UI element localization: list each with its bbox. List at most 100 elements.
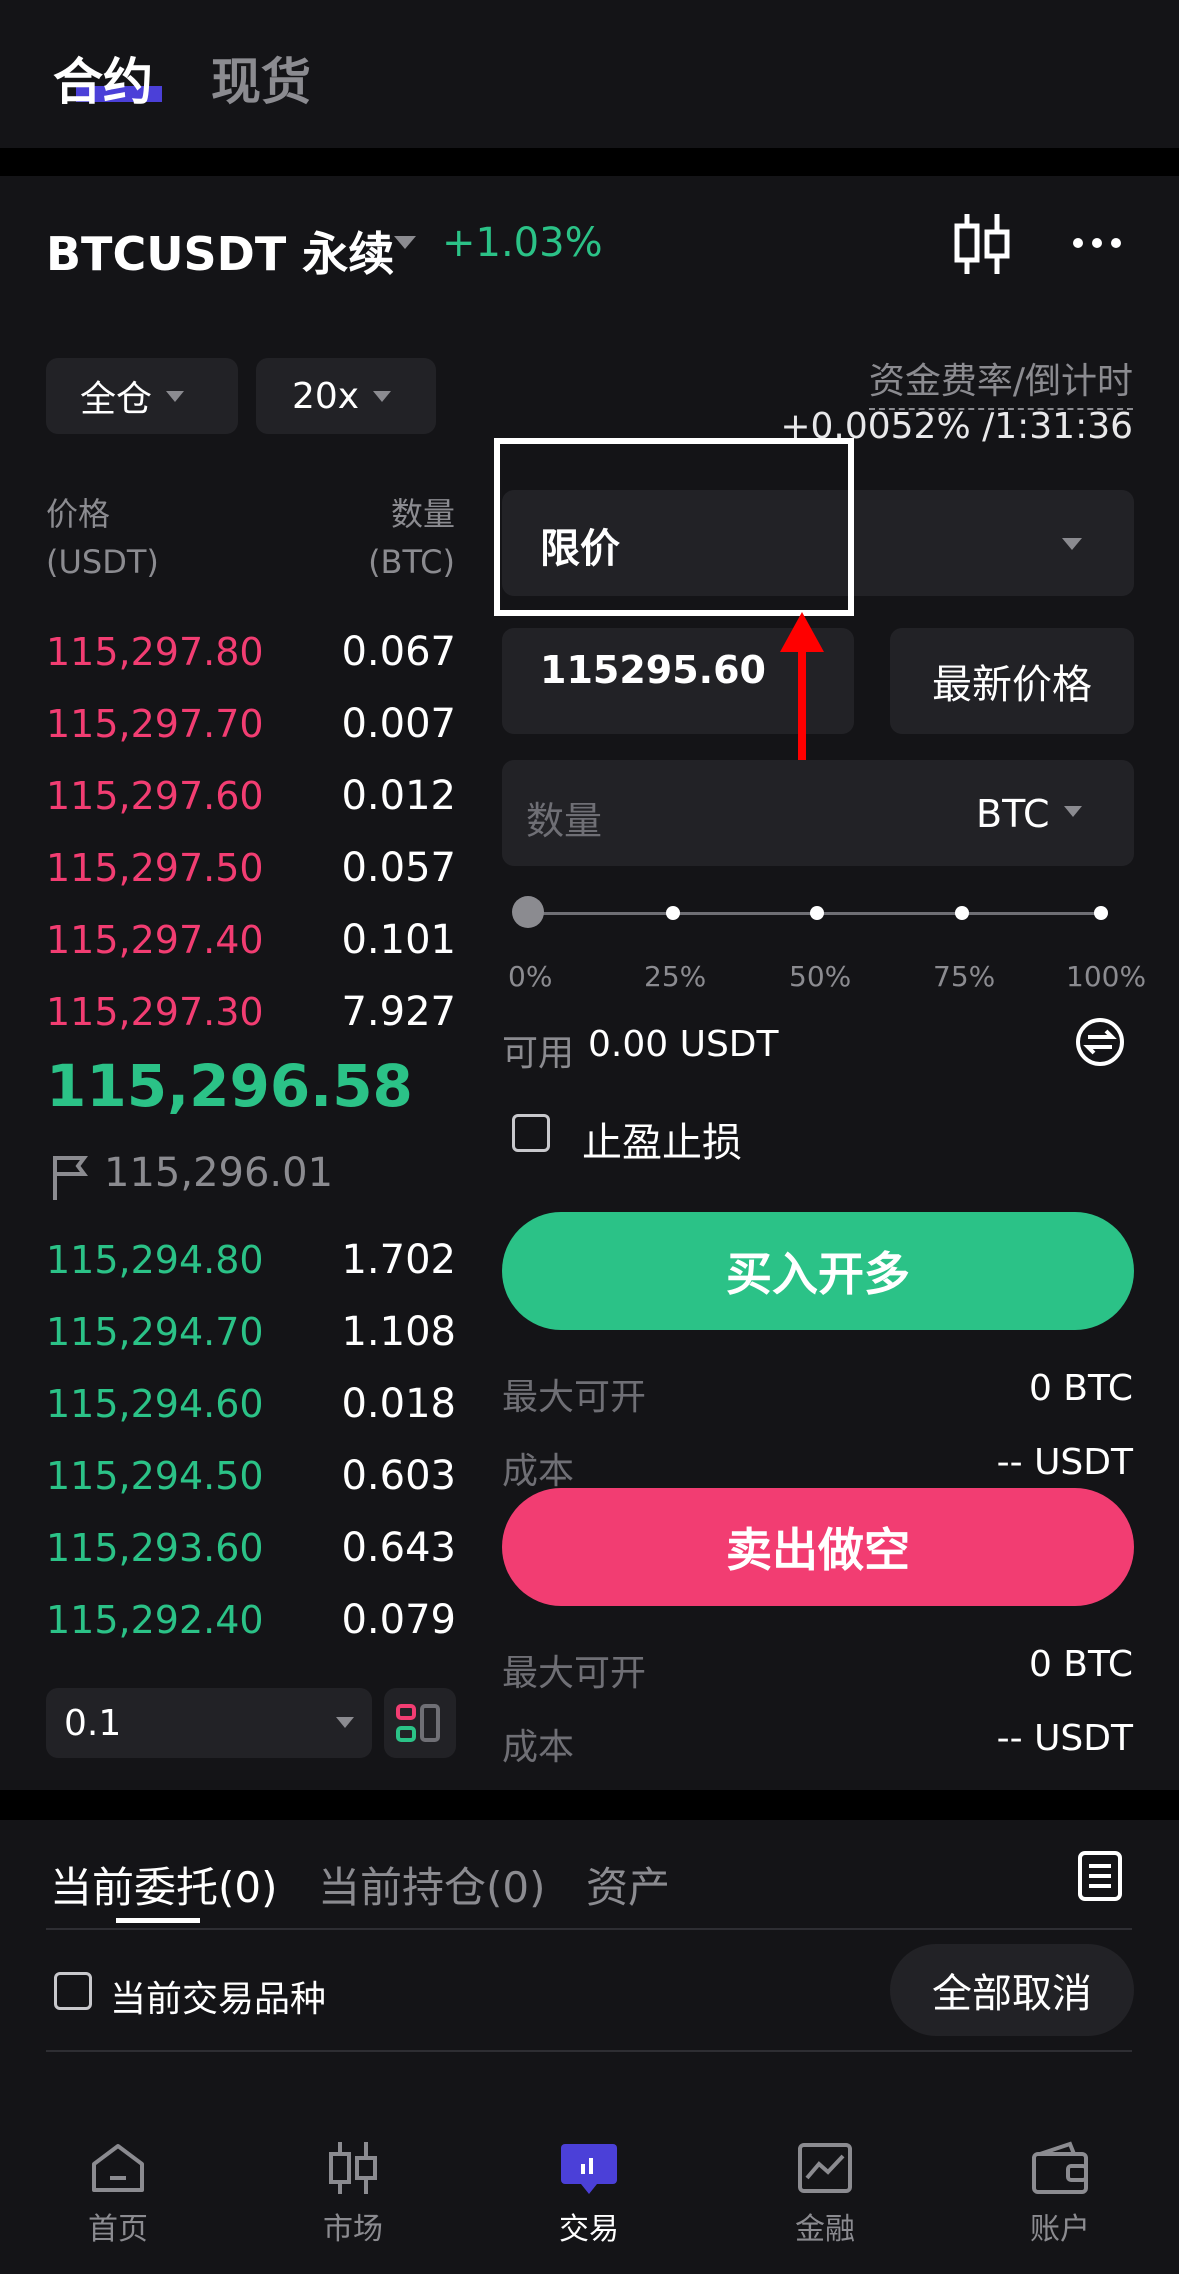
sell-cost-value: -- USDT [996,1718,1133,1759]
ask-price: 115,297.60 [46,774,264,818]
nav-home[interactable]: 首页 [38,2140,198,2248]
tpsl-checkbox[interactable] [512,1114,550,1152]
bid-row[interactable]: 115,294.50 0.603 [46,1440,456,1512]
flag-icon [50,1154,88,1202]
nav-home-label: 首页 [88,2212,148,2247]
orderbook-layout-button[interactable] [384,1688,456,1758]
depth-value: 0.1 [64,1702,122,1744]
bid-price: 115,293.60 [46,1526,264,1570]
cancel-all-button[interactable]: 全部取消 [890,1944,1134,2036]
order-history-icon[interactable] [1076,1850,1124,1902]
current-symbol-checkbox[interactable] [54,1972,92,2010]
order-type-chevron-icon [1062,538,1082,550]
bid-row[interactable]: 115,294.70 1.108 [46,1296,456,1368]
home-icon [92,2144,144,2192]
bid-row[interactable]: 115,294.80 1.702 [46,1224,456,1296]
ask-row[interactable]: 115,297.60 0.012 [46,760,456,832]
sell-short-button[interactable]: 卖出做空 [502,1488,1134,1606]
slider-dot-25[interactable] [666,906,680,920]
ask-qty: 0.101 [341,917,456,963]
ask-row[interactable]: 115,297.50 0.057 [46,832,456,904]
slider-dot-100[interactable] [1094,906,1108,920]
buy-long-button[interactable]: 买入开多 [502,1212,1134,1330]
price-header-unit: (USDT) [46,543,159,581]
chevron-down-icon [1064,806,1082,817]
bid-row[interactable]: 115,294.60 0.018 [46,1368,456,1440]
tpsl-label[interactable]: 止盈止损 [582,1110,742,1168]
slider-mark-25: 25% [644,960,707,993]
slider-mark-100: 100% [1066,960,1147,993]
trade-icon [561,2144,617,2194]
price-input-value: 115295.60 [540,648,766,692]
tab-open-orders[interactable]: 当前委托(0) [50,1854,278,1915]
bid-qty: 1.702 [341,1237,456,1283]
nav-market[interactable]: 市场 [273,2140,433,2248]
buy-cost-value: -- USDT [996,1442,1133,1483]
nav-finance[interactable]: 金融 [745,2140,905,2248]
ask-qty: 0.067 [341,629,456,675]
nav-trade[interactable]: 交易 [509,2140,669,2248]
slider-mark-75: 75% [933,960,996,993]
bid-row[interactable]: 115,292.40 0.079 [46,1584,456,1656]
ask-qty: 0.007 [341,701,456,747]
tab-spot[interactable]: 现货 [211,42,311,114]
current-symbol-label[interactable]: 当前交易品种 [110,1970,326,2022]
qty-header-unit: (BTC) [368,543,455,581]
buy-max-value: 0 BTC [1028,1368,1133,1409]
tab-futures[interactable]: 合约 [53,42,153,114]
bid-price: 115,294.50 [46,1454,264,1498]
bid-row[interactable]: 115,293.60 0.643 [46,1512,456,1584]
price-column-header: 价格 (USDT) [46,490,159,586]
margin-mode-select[interactable]: 全仓 [46,358,238,434]
candlestick-icon[interactable] [952,212,1012,276]
ask-price: 115,297.70 [46,702,264,746]
nav-market-label: 市场 [323,2212,383,2247]
annotation-highlight-box [494,438,854,616]
top-bar [0,0,1179,148]
wallet-icon [1032,2141,1088,2194]
bid-qty: 1.108 [341,1309,456,1355]
latest-price-button[interactable]: 最新价格 [890,628,1134,734]
quantity-slider-knob[interactable] [512,896,544,928]
ask-row[interactable]: 115,297.70 0.007 [46,688,456,760]
tab-divider [46,1928,1132,1930]
available-label: 可用 [502,1033,575,1074]
more-icon[interactable] [1072,236,1122,250]
nav-finance-label: 金融 [795,2212,855,2247]
quantity-unit-select[interactable]: BTC [976,792,1050,836]
last-price[interactable]: 115,296.58 [46,1052,413,1120]
symbol-title[interactable]: BTCUSDT 永续 [46,218,394,284]
tab-assets[interactable]: 资产 [586,1854,670,1915]
ask-qty: 7.927 [341,989,456,1035]
ask-row[interactable]: 115,297.30 7.927 [46,976,456,1048]
symbol-dropdown-icon[interactable] [394,236,416,249]
nav-account[interactable]: 账户 [980,2140,1140,2248]
filter-divider [46,2050,1132,2052]
sell-cost-label: 成本 [502,1727,575,1768]
transfer-icon[interactable] [1076,1018,1124,1066]
ask-price: 115,297.50 [46,846,264,890]
bid-qty: 0.643 [341,1525,456,1571]
ask-row[interactable]: 115,297.40 0.101 [46,904,456,976]
ask-qty: 0.057 [341,845,456,891]
qty-header-label: 数量 [390,495,455,533]
bid-price: 115,292.40 [46,1598,264,1642]
ask-price: 115,297.30 [46,990,264,1034]
candlestick-icon [329,2142,377,2194]
nav-trade-label: 交易 [559,2212,619,2247]
leverage-label: 20x [292,375,360,417]
tab-positions[interactable]: 当前持仓(0) [318,1854,546,1915]
slider-dot-75[interactable] [955,906,969,920]
bid-price: 115,294.80 [46,1238,264,1282]
available-value: 0.00 USDT [588,1024,779,1065]
slider-dot-50[interactable] [810,906,824,920]
ask-row[interactable]: 115,297.80 0.067 [46,616,456,688]
nav-account-label: 账户 [1030,2212,1090,2247]
depth-select[interactable]: 0.1 [46,1688,372,1758]
funding-rate-label[interactable]: 资金费率/倒计时 [868,352,1133,410]
bid-price: 115,294.70 [46,1310,264,1354]
leverage-select[interactable]: 20x [256,358,436,434]
sell-max-value: 0 BTC [1028,1644,1133,1685]
price-change: +1.03% [442,220,603,266]
bid-qty: 0.603 [341,1453,456,1499]
